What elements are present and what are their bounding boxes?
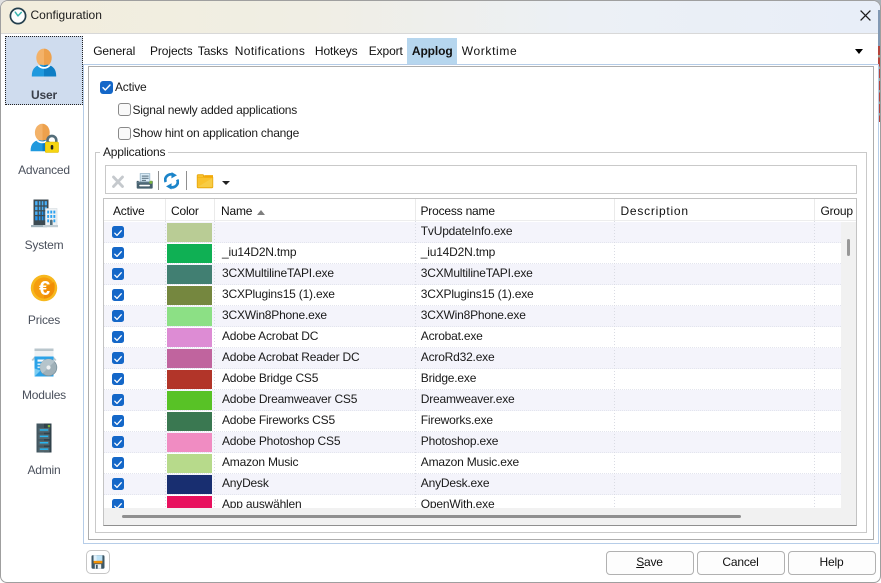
svg-text:€: € — [39, 278, 50, 300]
